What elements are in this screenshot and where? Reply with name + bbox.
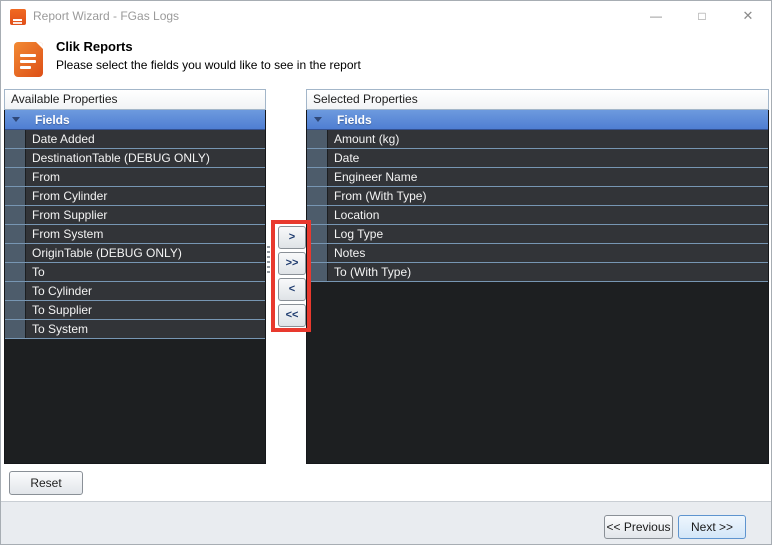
move-right-button[interactable]: >: [278, 226, 306, 249]
list-item[interactable]: Log Type: [307, 225, 768, 244]
list-item[interactable]: Engineer Name: [307, 168, 768, 187]
list-item[interactable]: Notes: [307, 244, 768, 263]
chevron-down-icon: [5, 117, 26, 122]
next-button[interactable]: Next >>: [678, 515, 746, 539]
list-item[interactable]: DestinationTable (DEBUG ONLY): [5, 149, 265, 168]
list-item[interactable]: To: [5, 263, 265, 282]
move-all-left-button[interactable]: <<: [278, 304, 306, 327]
selected-properties-list: Fields Amount (kg) Date Engineer Name Fr…: [306, 110, 769, 464]
minimize-button[interactable]: —: [633, 1, 679, 31]
list-item[interactable]: To System: [5, 320, 265, 339]
list-item[interactable]: From Cylinder: [5, 187, 265, 206]
window-title: Report Wizard - FGas Logs: [33, 9, 180, 23]
selected-properties-header: Selected Properties: [306, 89, 769, 110]
empty-area: [5, 339, 265, 463]
page-title: Clik Reports: [56, 39, 133, 54]
move-all-right-button[interactable]: >>: [278, 252, 306, 275]
list-item[interactable]: From: [5, 168, 265, 187]
reset-button[interactable]: Reset: [9, 471, 83, 495]
list-item[interactable]: To Cylinder: [5, 282, 265, 301]
chevron-down-icon: [307, 117, 328, 122]
list-item[interactable]: Date: [307, 149, 768, 168]
app-logo-icon: [10, 9, 26, 25]
report-wizard-window: Report Wizard - FGas Logs — □ ✕ Clik Rep…: [0, 0, 772, 545]
list-item[interactable]: OriginTable (DEBUG ONLY): [5, 244, 265, 263]
list-item[interactable]: From System: [5, 225, 265, 244]
list-item[interactable]: From (With Type): [307, 187, 768, 206]
selected-properties-panel: Selected Properties Fields Amount (kg) D…: [306, 89, 769, 464]
window-controls: — □ ✕: [633, 1, 771, 31]
available-properties-list: Fields Date Added DestinationTable (DEBU…: [4, 110, 266, 464]
fields-group-row[interactable]: Fields: [307, 110, 768, 130]
group-label: Fields: [337, 112, 372, 127]
list-item[interactable]: Location: [307, 206, 768, 225]
list-item[interactable]: From Supplier: [5, 206, 265, 225]
folded-corner: [35, 42, 43, 50]
fields-group-row[interactable]: Fields: [5, 110, 265, 130]
previous-button[interactable]: << Previous: [604, 515, 673, 539]
splitter-grip[interactable]: [267, 246, 270, 275]
available-properties-panel: Available Properties Fields Date Added D…: [4, 89, 266, 464]
list-item[interactable]: To Supplier: [5, 301, 265, 320]
transfer-buttons: > >> < <<: [278, 226, 306, 327]
list-item[interactable]: To (With Type): [307, 263, 768, 282]
empty-area: [307, 282, 768, 463]
report-document-icon: [14, 42, 43, 77]
maximize-button[interactable]: □: [679, 1, 725, 31]
available-properties-header: Available Properties: [4, 89, 266, 110]
group-label: Fields: [35, 112, 70, 127]
list-item[interactable]: Date Added: [5, 130, 265, 149]
move-left-button[interactable]: <: [278, 278, 306, 301]
titlebar: Report Wizard - FGas Logs — □ ✕: [1, 1, 771, 31]
wizard-header: Clik Reports Please select the fields yo…: [1, 31, 771, 87]
list-item[interactable]: Amount (kg): [307, 130, 768, 149]
close-button[interactable]: ✕: [725, 1, 771, 31]
page-subtitle: Please select the fields you would like …: [56, 58, 361, 72]
